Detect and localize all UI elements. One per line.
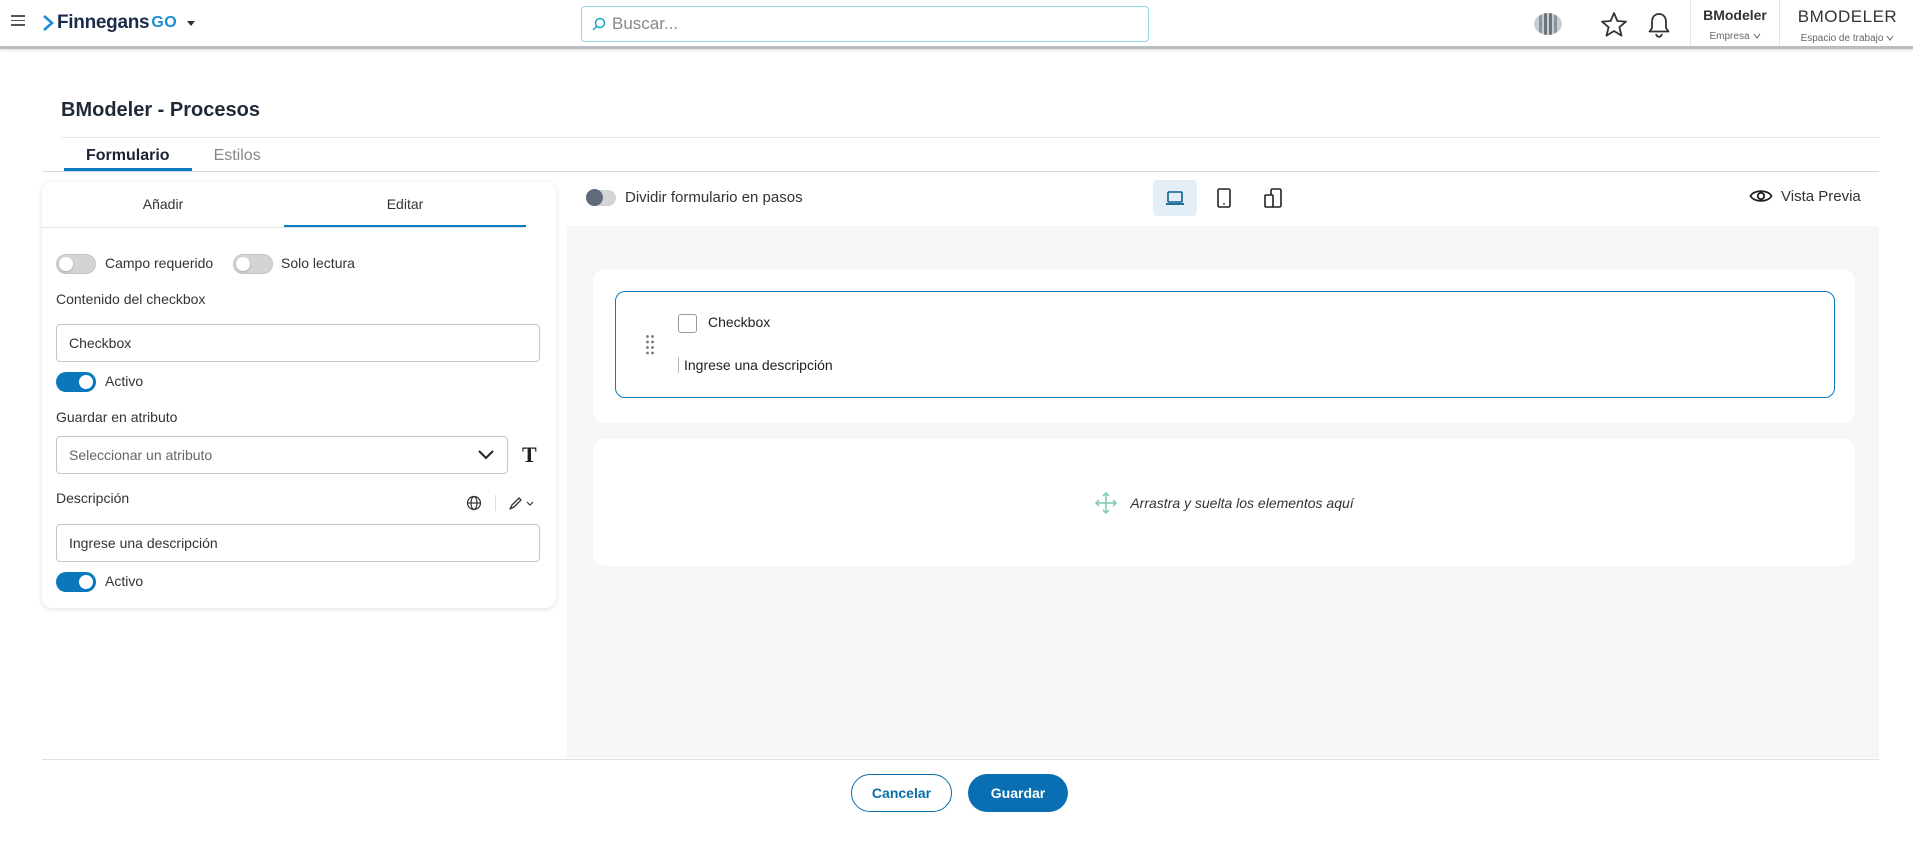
checkbox-description[interactable]: Ingrese una descripción	[678, 357, 833, 373]
save-button[interactable]: Guardar	[968, 774, 1068, 812]
chevron-down-icon[interactable]	[186, 18, 196, 28]
hamburger-menu-icon[interactable]	[11, 15, 25, 29]
footer-divider	[42, 759, 1879, 760]
checkbox-content-active-toggle[interactable]	[56, 372, 96, 392]
tab-formulario[interactable]: Formulario	[64, 143, 192, 171]
eye-icon	[1749, 190, 1773, 202]
desktop-view-button[interactable]	[1153, 180, 1197, 216]
main-tabs: Formulario Estilos	[64, 143, 283, 173]
readonly-label: Solo lectura	[281, 255, 355, 271]
page-title: BModeler - Procesos	[61, 99, 260, 121]
workspace-name: BMODELER	[1797, 7, 1898, 26]
tablet-view-button[interactable]	[1202, 180, 1246, 216]
company-label: Empresa	[1692, 31, 1778, 42]
required-toggle[interactable]	[56, 254, 96, 274]
search-box[interactable]	[581, 6, 1149, 42]
search-icon	[592, 17, 606, 31]
title-divider	[61, 137, 1879, 138]
search-input[interactable]	[612, 14, 1132, 34]
bell-icon[interactable]	[1644, 10, 1674, 40]
mobile-view-button[interactable]	[1251, 180, 1295, 216]
tabs-divider	[43, 171, 1879, 172]
checkbox-label: Checkbox	[708, 314, 771, 330]
readonly-toggle[interactable]	[233, 254, 273, 274]
checkbox-content-input[interactable]	[56, 324, 540, 362]
app-logo[interactable]: Finnegans GO	[43, 12, 196, 34]
star-icon[interactable]	[1599, 10, 1629, 40]
logo-chevron-icon	[43, 15, 54, 31]
mobile-icon	[1264, 188, 1282, 208]
split-steps-label: Dividir formulario en pasos	[625, 189, 803, 206]
header-divider	[1779, 0, 1780, 46]
header-divider	[1690, 0, 1691, 46]
checkbox-component[interactable]: Checkbox Ingrese una descripción	[615, 291, 1835, 398]
tablet-icon	[1217, 188, 1231, 208]
workspace-selector[interactable]: BMODELER Espacio de trabajo	[1782, 7, 1913, 44]
workspace-label: Espacio de trabajo	[1782, 33, 1913, 44]
chevron-down-icon	[478, 450, 494, 460]
logo-suffix: GO	[151, 14, 178, 31]
form-canvas: Checkbox Ingrese una descripción Arrastr…	[567, 226, 1879, 758]
checkbox[interactable]	[678, 314, 697, 333]
move-arrows-icon	[1095, 491, 1118, 514]
drop-section: Arrastra y suelta los elementos aquí	[593, 439, 1855, 566]
brush-icon[interactable]	[508, 495, 536, 511]
split-steps-toggle[interactable]	[586, 189, 616, 206]
active-label: Activo	[105, 373, 144, 389]
properties-panel: Añadir Editar Campo requerido Solo lectu…	[42, 182, 556, 608]
active-label: Activo	[105, 573, 144, 589]
company-name: BModeler	[1703, 7, 1767, 23]
tab-editar[interactable]: Editar	[284, 182, 526, 227]
description-label: Descripción	[56, 490, 130, 506]
preview-button[interactable]: Vista Previa	[1749, 186, 1861, 206]
company-selector[interactable]: BModeler Empresa	[1692, 7, 1778, 42]
tab-estilos[interactable]: Estilos	[192, 143, 283, 171]
panel-tabs: Añadir Editar	[42, 182, 526, 228]
preview-label: Vista Previa	[1781, 187, 1861, 205]
brand-sphere-icon[interactable]	[1531, 10, 1565, 38]
save-attribute-label: Guardar en atributo	[56, 409, 178, 425]
description-active-toggle[interactable]	[56, 572, 96, 592]
attribute-select-placeholder: Seleccionar un atributo	[69, 447, 213, 463]
icon-divider	[495, 495, 496, 511]
checkbox-content-label: Contenido del checkbox	[56, 291, 206, 307]
drop-zone[interactable]: Arrastra y suelta los elementos aquí	[593, 439, 1855, 566]
laptop-icon	[1166, 191, 1184, 205]
chevron-down-icon	[1887, 36, 1894, 42]
drop-zone-text: Arrastra y suelta los elementos aquí	[1130, 494, 1354, 511]
form-section: Checkbox Ingrese una descripción	[593, 269, 1855, 423]
tab-anadir[interactable]: Añadir	[42, 182, 284, 227]
attribute-select[interactable]: Seleccionar un atributo	[56, 436, 508, 474]
top-bar: Finnegans GO BModeler Empresa BMODELER E…	[0, 0, 1913, 49]
logo-text: Finnegans	[57, 12, 150, 33]
required-label: Campo requerido	[105, 255, 214, 271]
drag-handle-icon[interactable]	[645, 334, 655, 356]
globe-icon[interactable]	[466, 495, 482, 511]
text-type-icon[interactable]: T	[522, 442, 537, 468]
chevron-down-icon	[1753, 34, 1760, 40]
cancel-button[interactable]: Cancelar	[851, 774, 952, 812]
description-input[interactable]	[56, 524, 540, 562]
